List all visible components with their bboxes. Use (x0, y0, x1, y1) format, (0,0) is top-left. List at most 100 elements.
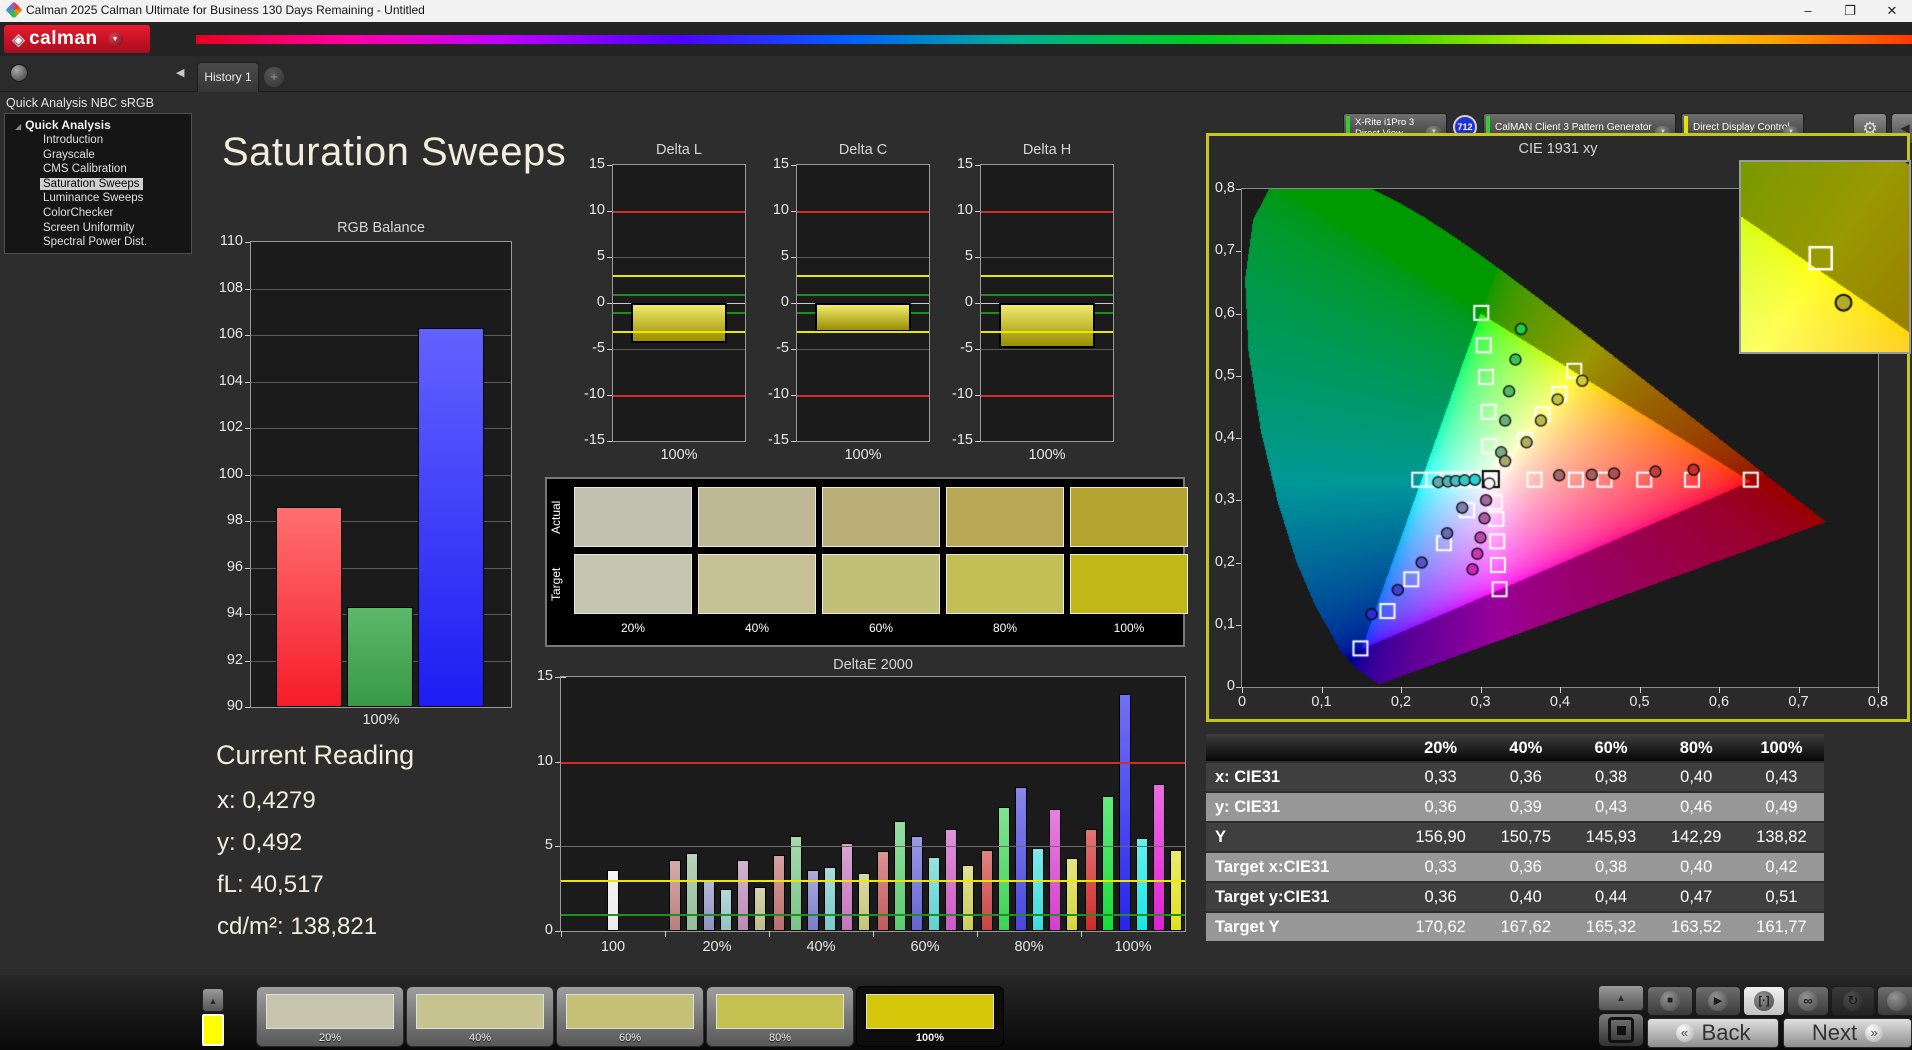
y-tick-mark (975, 349, 980, 350)
deltae-group-label: 100% (1114, 939, 1152, 955)
y-tick-label: 5 (964, 248, 973, 264)
tree-item-spectral-power-dist-[interactable]: Spectral Power Dist. (40, 235, 191, 250)
y-tick-mark (975, 303, 980, 304)
deltae-bar (685, 853, 698, 931)
y-tick-label: -5 (776, 340, 789, 356)
actual-swatch (946, 487, 1064, 547)
sidebar-collapse-icon[interactable]: ◀ (176, 66, 184, 79)
single-measure-button[interactable]: [·] (1743, 986, 1785, 1016)
calman-menu-button[interactable]: ◈ calman ▼ (4, 25, 150, 53)
y-tick-label: -10 (584, 386, 605, 402)
deltae-chart: 15 10 5 0 100 20% 40% 60% 80% 100% (537, 668, 1186, 955)
stop-button[interactable]: ■ (1647, 986, 1693, 1016)
y-tick-mark (245, 428, 250, 429)
swatch-col-label: 20% (620, 621, 646, 635)
table-row: x: CIE31 0,33 0,36 0,38 0,40 0,43 (1206, 763, 1824, 791)
next-button[interactable]: Next » (1783, 1018, 1912, 1048)
extra-transport-button[interactable] (1877, 986, 1912, 1016)
brand-label: calman (29, 28, 98, 49)
gridline (797, 349, 929, 350)
cie-x-tick-mark (1878, 687, 1879, 693)
tree-item-cms-calibration[interactable]: CMS Calibration (40, 162, 191, 177)
y-tick-mark (555, 931, 560, 932)
deltae-group-label: 20% (702, 939, 732, 955)
active-pattern-swatch[interactable] (202, 1014, 224, 1046)
tree-item-label: Saturation Sweeps (40, 177, 143, 190)
y-tick-label: 98 (226, 512, 243, 528)
tree-item-colorchecker[interactable]: ColorChecker (40, 206, 191, 221)
cie-x-tick-label: 0,5 (1629, 694, 1650, 710)
tree-root[interactable]: ◢ Quick Analysis (15, 118, 191, 132)
table-row: Target Y 170,62 167,62 165,32 163,52 161,77 (1206, 913, 1824, 941)
play-button[interactable]: ▶ (1695, 986, 1741, 1016)
sync-button[interactable]: ↻ (1831, 986, 1875, 1016)
restore-icon[interactable]: ❐ (1830, 0, 1870, 22)
y-tick-mark (555, 846, 560, 848)
x-tick-mark (769, 931, 770, 937)
minimize-icon[interactable]: – (1788, 0, 1828, 22)
deltae-bar (1135, 837, 1148, 931)
delta-h-title: Delta H (1022, 142, 1072, 158)
y-tick-label: -10 (768, 386, 789, 402)
table-cell: 0,47 (1680, 888, 1713, 906)
y-tick-mark (791, 303, 796, 304)
red-limit-line (613, 211, 745, 213)
tree-item-introduction[interactable]: Introduction (40, 133, 191, 148)
saturation-swatch-panel: Actual Target 20% 40% 60% 80% 100% (545, 477, 1188, 647)
deltae-bar (927, 856, 940, 931)
rgb-balance-title: RGB Balance (337, 220, 425, 236)
y-tick-label: -15 (768, 432, 789, 448)
swatch-col-label: 40% (744, 621, 770, 635)
tree-item-saturation-sweeps[interactable]: Saturation Sweeps (40, 177, 191, 192)
y-tick-mark (607, 349, 612, 350)
pattern-options-button[interactable]: ▲ (202, 988, 224, 1012)
table-cell: 0,36 (1424, 888, 1457, 906)
workflow-title: Quick Analysis NBC sRGB (6, 96, 154, 110)
transport-options-button[interactable]: ▲ (1598, 985, 1644, 1011)
tree-expander-icon: ◢ (15, 122, 22, 131)
cie-y-tick-label: 0,2 (1214, 553, 1235, 570)
patch-color-chip (566, 994, 694, 1029)
y-tick-mark (975, 395, 980, 396)
y-tick-mark (245, 242, 250, 243)
tree-item-screen-uniformity[interactable]: Screen Uniformity (40, 221, 191, 236)
patch-color-chip (716, 994, 844, 1029)
table-cell: 0,36 (1509, 768, 1542, 786)
continuous-measure-button[interactable]: ∞ (1787, 986, 1829, 1016)
tree-item-grayscale[interactable]: Grayscale (40, 148, 191, 163)
table-cell: 0,36 (1509, 858, 1542, 876)
pattern-patch-20%[interactable]: 20% (256, 986, 404, 1047)
patch-label: 100% (915, 1032, 945, 1044)
tree-item-luminance-sweeps[interactable]: Luminance Sweeps (40, 191, 191, 206)
y-tick-label: 10 (536, 752, 553, 769)
tree-root-label: Quick Analysis (25, 118, 111, 132)
pattern-patch-40%[interactable]: 40% (406, 986, 554, 1047)
pattern-patch-60%[interactable]: 60% (556, 986, 704, 1047)
back-button[interactable]: « Back (1647, 1018, 1779, 1048)
cie-y-tick-mark (1236, 438, 1241, 439)
table-cell: 0,40 (1509, 888, 1542, 906)
limit-line (561, 880, 1185, 883)
pattern-patch-100%[interactable]: 100% (856, 986, 1004, 1047)
deltae-title: DeltaE 2000 (833, 657, 913, 673)
tree-item-label: Luminance Sweeps (43, 192, 144, 205)
stop-measure-button[interactable] (1598, 1013, 1644, 1047)
y-tick-mark (791, 349, 796, 350)
y-tick-label: -15 (952, 432, 973, 448)
back-chevron-icon: « (1675, 1024, 1694, 1042)
tab-history-1[interactable]: History 1 (197, 62, 259, 92)
swatch-col-label: 100% (1113, 621, 1145, 635)
y-tick-label: -5 (960, 340, 973, 356)
limit-line (561, 914, 1185, 917)
deltae-bar (772, 854, 785, 931)
cie-y-tick-mark (1236, 687, 1241, 688)
add-tab-button[interactable]: + (264, 67, 284, 87)
stop-icon: ■ (1660, 991, 1680, 1011)
table-cell: 161,77 (1756, 918, 1807, 936)
pattern-patch-80%[interactable]: 80% (706, 986, 854, 1047)
deltae-bar (840, 842, 853, 931)
status-orb-button[interactable] (10, 64, 28, 82)
table-cell: 150,75 (1500, 828, 1552, 846)
close-icon[interactable]: ✕ (1872, 0, 1912, 22)
cie-y-tick-mark (1236, 624, 1241, 626)
